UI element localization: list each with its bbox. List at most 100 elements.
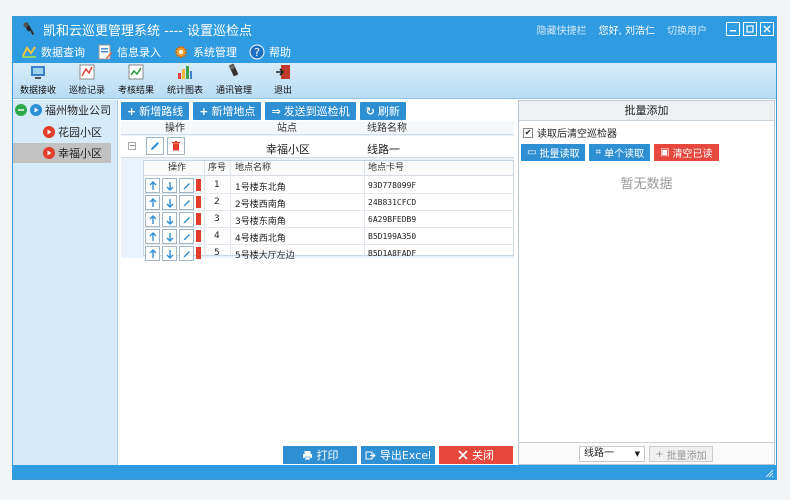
single-read-button[interactable]: ⌗ 单个读取	[589, 144, 651, 161]
hide-shortcut-bar-link[interactable]: 隐藏快捷栏	[537, 22, 587, 37]
tool-data-receive[interactable]: 数据接收	[14, 63, 62, 98]
delete-point-icon[interactable]	[196, 213, 201, 225]
patrol-record-icon	[78, 63, 96, 81]
print-button[interactable]: 打印	[283, 446, 357, 464]
move-up-button[interactable]	[145, 212, 160, 227]
bar-chart-icon	[176, 63, 194, 81]
col-route-header: 线路名称	[367, 123, 407, 134]
checkmark-icon[interactable]: ✔	[523, 127, 533, 138]
plus-icon: +	[127, 104, 137, 118]
menu-system-management[interactable]: 系统管理	[173, 44, 237, 60]
close-window-button[interactable]	[760, 22, 774, 36]
exit-icon	[274, 63, 292, 81]
move-up-button[interactable]	[145, 229, 160, 244]
edit-point-button[interactable]	[179, 246, 194, 261]
point-index: 5	[214, 248, 220, 258]
tree-node-garden[interactable]: 花园小区	[13, 122, 117, 142]
tool-patrol-record[interactable]: 巡检记录	[63, 63, 111, 98]
move-down-button[interactable]	[162, 246, 177, 261]
point-name: 1号楼东北角	[235, 183, 286, 193]
menu-info-entry[interactable]: 信息录入	[97, 44, 161, 60]
tool-statistics-chart-label: 统计图表	[166, 86, 203, 96]
close-button[interactable]: 关闭	[439, 446, 513, 464]
close-icon	[458, 450, 468, 460]
delete-point-icon[interactable]	[196, 247, 201, 259]
edit-point-button[interactable]	[179, 195, 194, 210]
point-row[interactable]: 1 1号楼东北角 93D778099F	[144, 177, 513, 194]
delete-point-icon[interactable]	[196, 230, 201, 242]
move-up-button[interactable]	[145, 246, 160, 261]
point-index: 3	[214, 214, 220, 224]
point-row[interactable]: 3 3号楼东南角 6A29BFEDB9	[144, 211, 513, 228]
plus-icon: +	[199, 104, 209, 118]
switch-user-link[interactable]: 切换用户	[667, 22, 707, 37]
batch-add-button[interactable]: + 批量添加	[649, 446, 713, 462]
pencil-icon	[151, 142, 159, 150]
point-row[interactable]: 4 4号楼西北角 B5D199A350	[144, 228, 513, 245]
delete-point-icon[interactable]	[196, 179, 201, 191]
batch-add-panel: 批量添加 ✔ 读取后清空巡检器 ▭ 批量读取 ⌗ 单个读取 ▣ 清空已读 暂无数…	[518, 100, 775, 465]
send-to-device-button[interactable]: ⇒ 发送到巡检机	[265, 102, 356, 120]
clear-after-read-checkbox[interactable]: ✔ 读取后清空巡检器	[523, 125, 774, 140]
single-read-icon: ⌗	[595, 147, 602, 158]
point-row[interactable]: 5 5号楼大厅左边 B5D1A8FADF	[144, 245, 513, 262]
tree-node-happiness[interactable]: 幸福小区	[13, 143, 111, 163]
batch-add-icon: +	[655, 448, 664, 460]
minimize-button[interactable]	[726, 22, 740, 36]
move-down-button[interactable]	[162, 212, 177, 227]
point-name: 5号楼大厅左边	[235, 251, 295, 261]
tree-node-company[interactable]: 福州物业公司	[13, 100, 117, 120]
arrow-up-icon	[149, 214, 156, 224]
maximize-button[interactable]	[743, 22, 757, 36]
data-query-icon	[21, 44, 37, 60]
refresh-button[interactable]: ↻ 刷新	[359, 102, 406, 120]
tool-exit[interactable]: 退出	[259, 63, 307, 98]
tool-communication[interactable]: 通讯管理	[210, 63, 258, 98]
batch-read-button[interactable]: ▭ 批量读取	[521, 144, 586, 161]
tool-statistics-chart[interactable]: 统计图表	[161, 63, 209, 98]
batch-add-label: 批量添加	[666, 450, 707, 462]
edit-point-button[interactable]	[179, 212, 194, 227]
route-site-cell: 幸福小区	[266, 143, 310, 156]
tool-assessment[interactable]: 考核结果	[112, 63, 160, 98]
play-icon	[30, 104, 42, 116]
edit-point-button[interactable]	[179, 229, 194, 244]
route-select[interactable]: 线路一 ▼	[579, 446, 645, 462]
tool-data-receive-label: 数据接收	[19, 86, 56, 96]
add-point-label: 新增地点	[211, 105, 256, 118]
edit-route-button[interactable]	[146, 137, 164, 155]
route-grid-header: 操作 站点 线路名称	[121, 122, 514, 135]
delete-route-button[interactable]	[167, 137, 185, 155]
communication-icon	[225, 63, 243, 81]
resize-grip-icon[interactable]	[764, 468, 774, 478]
pencil-icon	[183, 199, 190, 206]
move-down-button[interactable]	[162, 229, 177, 244]
pencil-icon	[183, 216, 190, 223]
point-row[interactable]: 2 2号楼西南角 24B831CFCD	[144, 194, 513, 211]
move-down-button[interactable]	[162, 195, 177, 210]
quick-toolbar: 数据接收 巡检记录 考核结果 统计图表 通讯管理 退出	[13, 63, 776, 99]
move-up-button[interactable]	[145, 195, 160, 210]
collapse-row-icon[interactable]: −	[128, 142, 136, 150]
route-row[interactable]: − 幸福小区 线路一	[121, 136, 514, 158]
collapse-icon[interactable]	[15, 104, 27, 116]
move-down-button[interactable]	[162, 178, 177, 193]
delete-point-icon[interactable]	[196, 196, 201, 208]
menu-help[interactable]: ? 帮助	[249, 44, 291, 60]
org-tree-sidebar: 福州物业公司 花园小区 幸福小区	[13, 100, 118, 465]
clear-read-button[interactable]: ▣ 清空已读	[654, 144, 719, 161]
info-entry-icon	[97, 44, 113, 60]
export-icon	[365, 451, 376, 459]
footer-button-row: 打印 导出Excel 关闭	[283, 446, 517, 464]
export-excel-button[interactable]: 导出Excel	[361, 446, 435, 464]
printer-icon	[302, 450, 312, 460]
arrow-down-icon	[166, 249, 173, 259]
move-up-button[interactable]	[145, 178, 160, 193]
add-point-button[interactable]: + 新增地点	[193, 102, 262, 120]
point-index: 1	[214, 180, 220, 190]
menu-data-query[interactable]: 数据查询	[21, 44, 85, 60]
arrow-down-icon	[166, 232, 173, 242]
add-route-button[interactable]: + 新增路线	[121, 102, 190, 120]
data-receive-icon	[29, 63, 47, 81]
edit-point-button[interactable]	[179, 178, 194, 193]
